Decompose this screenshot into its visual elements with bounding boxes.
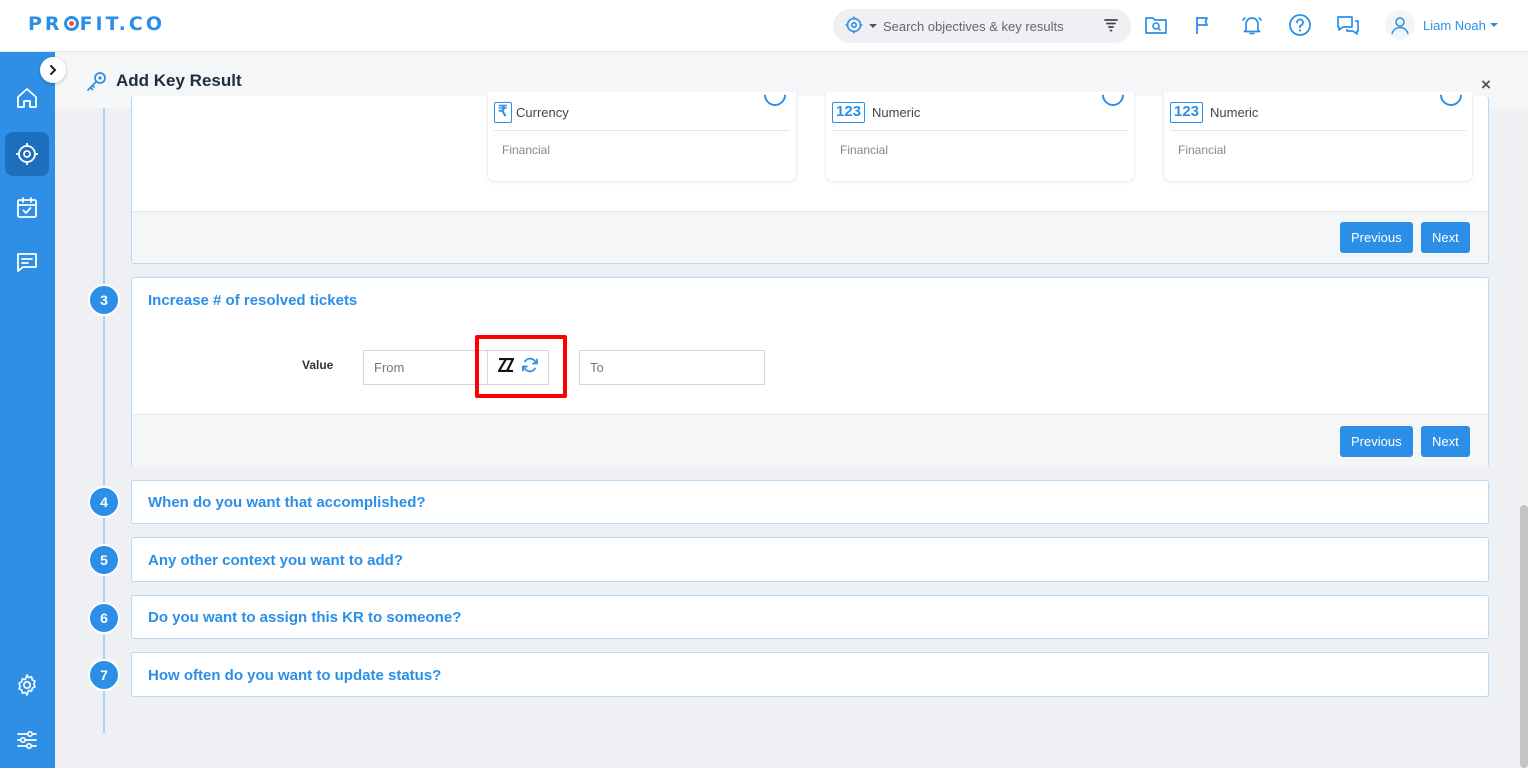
folder-search-icon[interactable] [1143,12,1169,38]
next-button[interactable]: Next [1421,222,1470,253]
drawer-title: Add Key Result [116,71,242,90]
type-category: Financial [502,143,551,157]
divider [494,130,790,131]
step-number: 5 [88,544,120,576]
type-option-currency[interactable]: ₹ Currency Financial [487,79,797,182]
type-label: Currency [516,105,569,120]
step-card-type: ₹ Currency Financial 123 Numeric Financi… [131,79,1489,264]
step-title[interactable]: Increase # of resolved tickets [148,292,357,309]
sidebar [0,52,55,768]
step-card-5[interactable]: Any other context you want to add? [131,537,1489,582]
divider [832,130,1128,131]
key-icon [85,70,109,99]
numeric-icon: 123 [832,102,866,123]
card-footer: Previous Next [132,211,1488,263]
type-option-numeric[interactable]: 123 Numeric Financial [825,79,1135,182]
flag-icon[interactable] [1191,12,1217,38]
to-input[interactable] [579,350,765,385]
chevron-down-icon[interactable] [1489,23,1498,27]
step-number: 6 [88,602,120,634]
step-title[interactable]: Do you want to assign this KR to someone… [148,609,461,626]
chevron-down-icon[interactable] [869,24,877,28]
top-bar: PRFIT.CO Liam Noah [0,0,1528,52]
step-card-7[interactable]: How often do you want to update status? [131,652,1489,697]
step-title[interactable]: Any other context you want to add? [148,552,403,569]
scrollbar[interactable] [1520,505,1528,768]
bell-icon[interactable] [1239,12,1265,38]
card-footer: Previous Next [132,414,1488,467]
step-title[interactable]: When do you want that accomplished? [148,494,426,511]
value-label: Value [302,358,334,372]
previous-button[interactable]: Previous [1340,426,1413,457]
from-input[interactable] [363,350,489,385]
help-icon[interactable] [1287,12,1313,38]
user-menu[interactable]: Liam Noah [1385,9,1498,41]
close-icon[interactable]: × [1481,76,1491,93]
step-card-3: Increase # of resolved tickets Value Pre… [131,277,1489,467]
previous-button[interactable]: Previous [1340,222,1413,253]
sidebar-expand-button[interactable] [40,57,66,83]
type-category: Financial [840,143,889,157]
filter-icon[interactable] [1103,17,1119,38]
type-label: Numeric [872,105,921,120]
step-number: 4 [88,486,120,518]
numeric-icon: 123 [1170,102,1204,123]
step-number: 7 [88,659,120,691]
target-icon[interactable] [845,16,863,39]
objectives-target-icon[interactable] [5,132,49,176]
search-bar [833,9,1131,43]
avatar[interactable] [1385,10,1415,40]
search-input[interactable] [883,16,1088,36]
profit-co-logo[interactable]: PR FIT.CO [28,13,165,35]
sliders-icon[interactable] [5,718,49,762]
calendar-check-icon[interactable] [5,186,49,230]
divider [1170,130,1466,131]
type-option-numeric[interactable]: 123 Numeric Financial [1163,79,1473,182]
step-card-4[interactable]: When do you want that accomplished? [131,480,1489,524]
highlight-box [475,335,567,398]
step-title[interactable]: How often do you want to update status? [148,667,441,684]
settings-gear-icon[interactable] [5,663,49,707]
steps-timeline [103,108,105,733]
feedback-icon[interactable] [5,240,49,284]
chevron-right-icon [50,65,57,75]
step-number: 3 [88,284,120,316]
type-category: Financial [1178,143,1227,157]
type-label: Numeric [1210,105,1259,120]
user-name[interactable]: Liam Noah [1423,18,1486,33]
currency-icon: ₹ [494,102,512,123]
next-button[interactable]: Next [1421,426,1470,457]
home-icon[interactable] [5,76,49,120]
step-card-6[interactable]: Do you want to assign this KR to someone… [131,595,1489,639]
chat-icon[interactable] [1335,12,1361,38]
